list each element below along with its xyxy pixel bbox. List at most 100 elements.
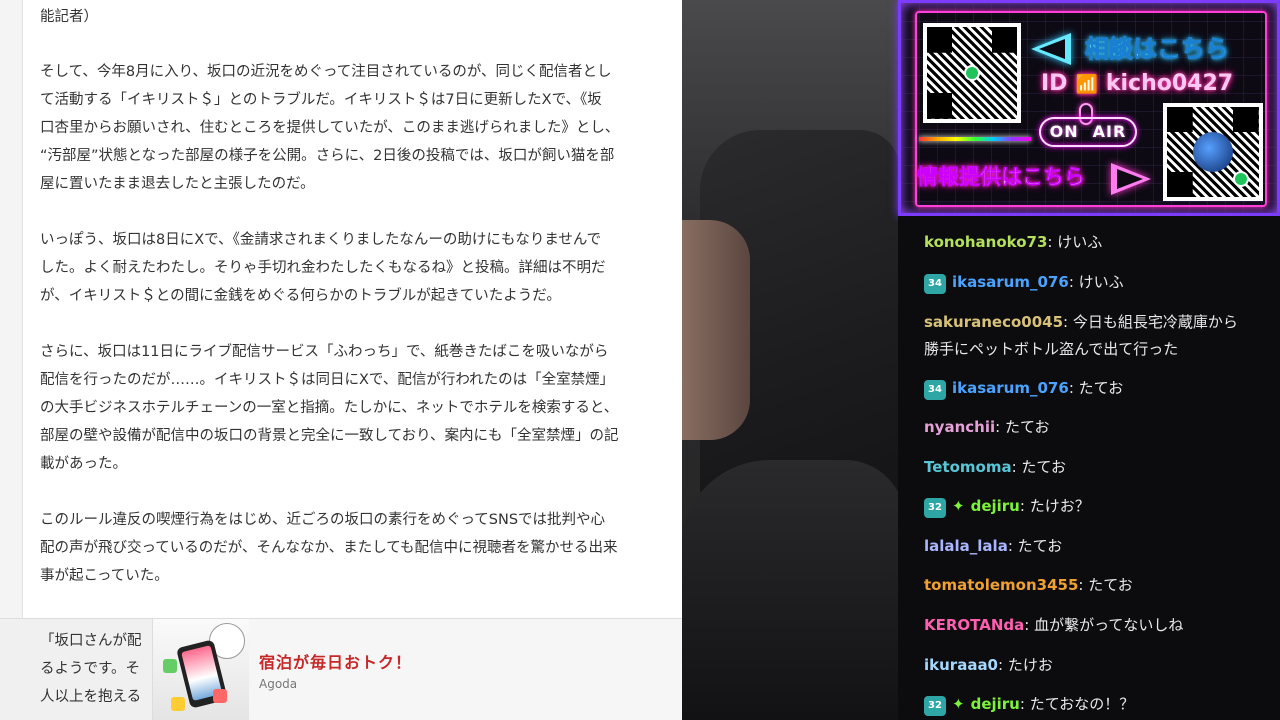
sparkle-badge-icon[interactable]: ✦ — [952, 695, 965, 713]
chat-text: たてお — [1088, 576, 1133, 594]
article-line: 能記者） — [40, 9, 98, 25]
on-air-air: AIR — [1092, 122, 1127, 141]
article-paragraph: 能記者） — [40, 3, 670, 31]
chat-message: konohanoko73: けいふ — [924, 229, 1274, 256]
sparkle-badge-icon[interactable]: ✦ — [952, 497, 965, 515]
chat-text: 血が繋がってないしね — [1034, 616, 1184, 634]
chat-separator: : — [995, 418, 1005, 436]
subscriber-badge-icon[interactable]: 32 — [924, 498, 946, 518]
chat-message: sakuraneco0045: 今日も組長宅冷蔵庫から勝手にペットボトル盗んで出… — [924, 309, 1274, 363]
article-line: 配信を行ったのだが……。イキリスト＄は同日にXで、配信が行われたのは「全室禁煙」 — [40, 372, 615, 388]
chat-message: tomatolemon3455: たてお — [924, 572, 1274, 599]
article-line: 載があった。 — [40, 456, 127, 472]
on-air-on: ON — [1049, 122, 1079, 141]
ad-brand: Agoda — [259, 677, 298, 691]
consult-qr-code[interactable] — [923, 23, 1021, 123]
chat-message: Tetomoma: たてお — [924, 454, 1274, 481]
chat-separator: : — [1078, 576, 1089, 594]
info-submit-label: 情報提供はこちら — [917, 165, 1086, 190]
article-line: るようです。そ — [40, 661, 141, 677]
chat-username[interactable]: ikuraaa0 — [924, 656, 998, 674]
app-tile-icon — [171, 697, 185, 711]
article-line: 事が起こっていた。 — [40, 568, 169, 584]
chat-text: けいふ — [1078, 273, 1124, 291]
chat-message: 32 ✦ dejiru: たけお？ — [924, 493, 1274, 520]
article-line: “汚部屋”状態となった部屋の様子を公開。さらに、2日後の投稿では、坂口が飼い猫を… — [40, 148, 615, 164]
chat-separator: : — [1019, 695, 1030, 713]
chat-separator: : — [1068, 379, 1079, 397]
chat-username[interactable]: ikasarum_076 — [952, 273, 1069, 291]
chat-text: たてお — [1017, 537, 1063, 555]
article-line: このルール違反の喫煙行為をはじめ、近ごろの坂口の素行をめぐってSNSでは批判や心 — [40, 512, 606, 528]
article-line: 部屋の壁や設備が配信中の坂口の背景と完全に一致しており、案内にも「全室禁煙」の記 — [40, 428, 619, 444]
article-line: さらに、坂口は11日にライブ配信サービス「ふわっち」で、紙巻きたばこを吸いながら — [40, 344, 609, 360]
article-line: 口杏里からお願いされ、住むところを提供していたが、このまま逃げられました》とし、 — [40, 120, 620, 136]
chat-message: 32 ✦ dejiru: たておなの！？ — [924, 691, 1274, 718]
chat-separator: : — [1063, 313, 1073, 331]
chat-message: 34 ikasarum_076: たてお — [924, 375, 1274, 402]
chat-username[interactable]: Tetomoma — [924, 458, 1012, 476]
chat-username[interactable]: lalala_lala — [924, 537, 1008, 555]
chat-username[interactable]: dejiru — [971, 497, 1020, 515]
news-article-panel: 能記者） そして、今年8月に入り、坂口の近況をめぐって注目されているのが、同じく配… — [0, 0, 682, 720]
streamer-body — [680, 460, 905, 720]
app-tile-icon — [163, 659, 177, 673]
article-line: 屋に置いたまま退去したと主張したのだ。 — [40, 176, 315, 192]
chat-text: たてお — [1078, 379, 1124, 397]
streamer-arm — [680, 220, 750, 440]
chat-username[interactable]: KEROTANda — [924, 616, 1024, 634]
subscriber-badge-icon[interactable]: 34 — [924, 380, 946, 400]
stream-info-overlay: 相談はこちら ID 📶 kicho0427 ON AIR 情報提供はこちら — [898, 0, 1280, 216]
rainbow-divider — [919, 137, 1031, 141]
chat-username[interactable]: ikasarum_076 — [952, 379, 1069, 397]
article-line: て活動する「イキリスト＄」とのトラブルだ。イキリスト＄は7日に更新したXで、《坂 — [40, 92, 602, 108]
chat-message: lalala_lala: たてお — [924, 533, 1274, 560]
app-tile-icon — [213, 689, 227, 703]
chat-username[interactable]: konohanoko73 — [924, 233, 1047, 251]
chat-text: 今日も組長宅冷蔵庫から — [1072, 313, 1238, 331]
live-chat-panel: konohanoko73: けいふ 34 ikasarum_076: けいふ saku… — [898, 216, 1280, 720]
chat-text: たけお？ — [1029, 497, 1090, 515]
info-qr-code[interactable] — [1163, 103, 1263, 201]
arrow-left-icon — [1031, 33, 1071, 65]
chat-username[interactable]: tomatolemon3455 — [924, 576, 1078, 594]
chat-message: nyanchii: たてお — [924, 414, 1274, 441]
chat-message: 34 ikasarum_076: けいふ — [924, 269, 1274, 296]
ad-thumbnail[interactable] — [153, 619, 249, 720]
chat-text: たけお — [1007, 656, 1053, 674]
article-line: そして、今年8月に入り、坂口の近況をめぐって注目されているのが、同じく配信者とし — [40, 64, 612, 80]
article-line: の大手ビジネスホテルチェーンの一室と指摘。たしかに、ネットでホテルを検索すると、 — [40, 400, 619, 416]
ad-card[interactable]: 宿泊が毎日おトク！ Agoda — [152, 619, 682, 720]
wifi-icon: 📶 — [1075, 74, 1098, 95]
article-line: した。よく耐えたわたし。そりゃ手切れ金わたしたくもなるね》と投稿。詳細は不明だ — [40, 260, 606, 276]
ad-bar: 「坂口さんが配 るようです。そ 人以上を抱える 宿泊が毎日おトク！ Agoda — [0, 618, 682, 720]
chat-separator: : — [1024, 616, 1035, 634]
chat-username[interactable]: nyanchii — [924, 418, 995, 436]
article-line: 配の声が飛び交っているのだが、そんななか、またしても配信中に視聴者を驚かせる出来 — [40, 540, 618, 556]
ad-title[interactable]: 宿泊が毎日おトク！ — [259, 649, 412, 673]
chat-separator: : — [1068, 273, 1079, 291]
article-line: いっぽう、坂口は8日にXで、《金請求されまくりましたなんーの助けにもなりませんで — [40, 232, 602, 248]
subscriber-badge-icon[interactable]: 34 — [924, 274, 946, 294]
article-paragraph: そして、今年8月に入り、坂口の近況をめぐって注目されているのが、同じく配信者とし… — [40, 58, 670, 198]
article-line: が、イキリスト＄との間に金銭をめぐる何らかのトラブルが起きていたようだ。 — [40, 288, 561, 304]
chat-text: たておなの！？ — [1029, 695, 1135, 713]
chat-message: ikuraaa0: たけお — [924, 652, 1274, 679]
chat-text-continued: 勝手にペットボトル盗んで出て行った — [924, 340, 1179, 358]
chat-username[interactable]: dejiru — [971, 695, 1020, 713]
arrow-right-icon — [1111, 163, 1151, 195]
globe-icon — [1193, 132, 1233, 172]
chat-message: KEROTANda: 血が繋がってないしね — [924, 612, 1274, 639]
article-paragraph: さらに、坂口は11日にライブ配信サービス「ふわっち」で、紙巻きたばこを吸いながら… — [40, 338, 670, 478]
account-id-line: ID 📶 kicho0427 — [1041, 71, 1233, 96]
chat-separator: : — [1047, 233, 1058, 251]
chat-username[interactable]: sakuraneco0045 — [924, 313, 1063, 331]
line-app-icon — [964, 65, 980, 81]
chat-separator: : — [1011, 458, 1022, 476]
id-prefix: ID — [1041, 71, 1068, 96]
chat-text: たてお — [1004, 418, 1050, 436]
chat-separator: : — [998, 656, 1008, 674]
chat-text: けいふ — [1057, 233, 1103, 251]
subscriber-badge-icon[interactable]: 32 — [924, 696, 946, 716]
article-text-behind-ad: 「坂口さんが配 るようです。そ 人以上を抱える — [40, 627, 142, 711]
